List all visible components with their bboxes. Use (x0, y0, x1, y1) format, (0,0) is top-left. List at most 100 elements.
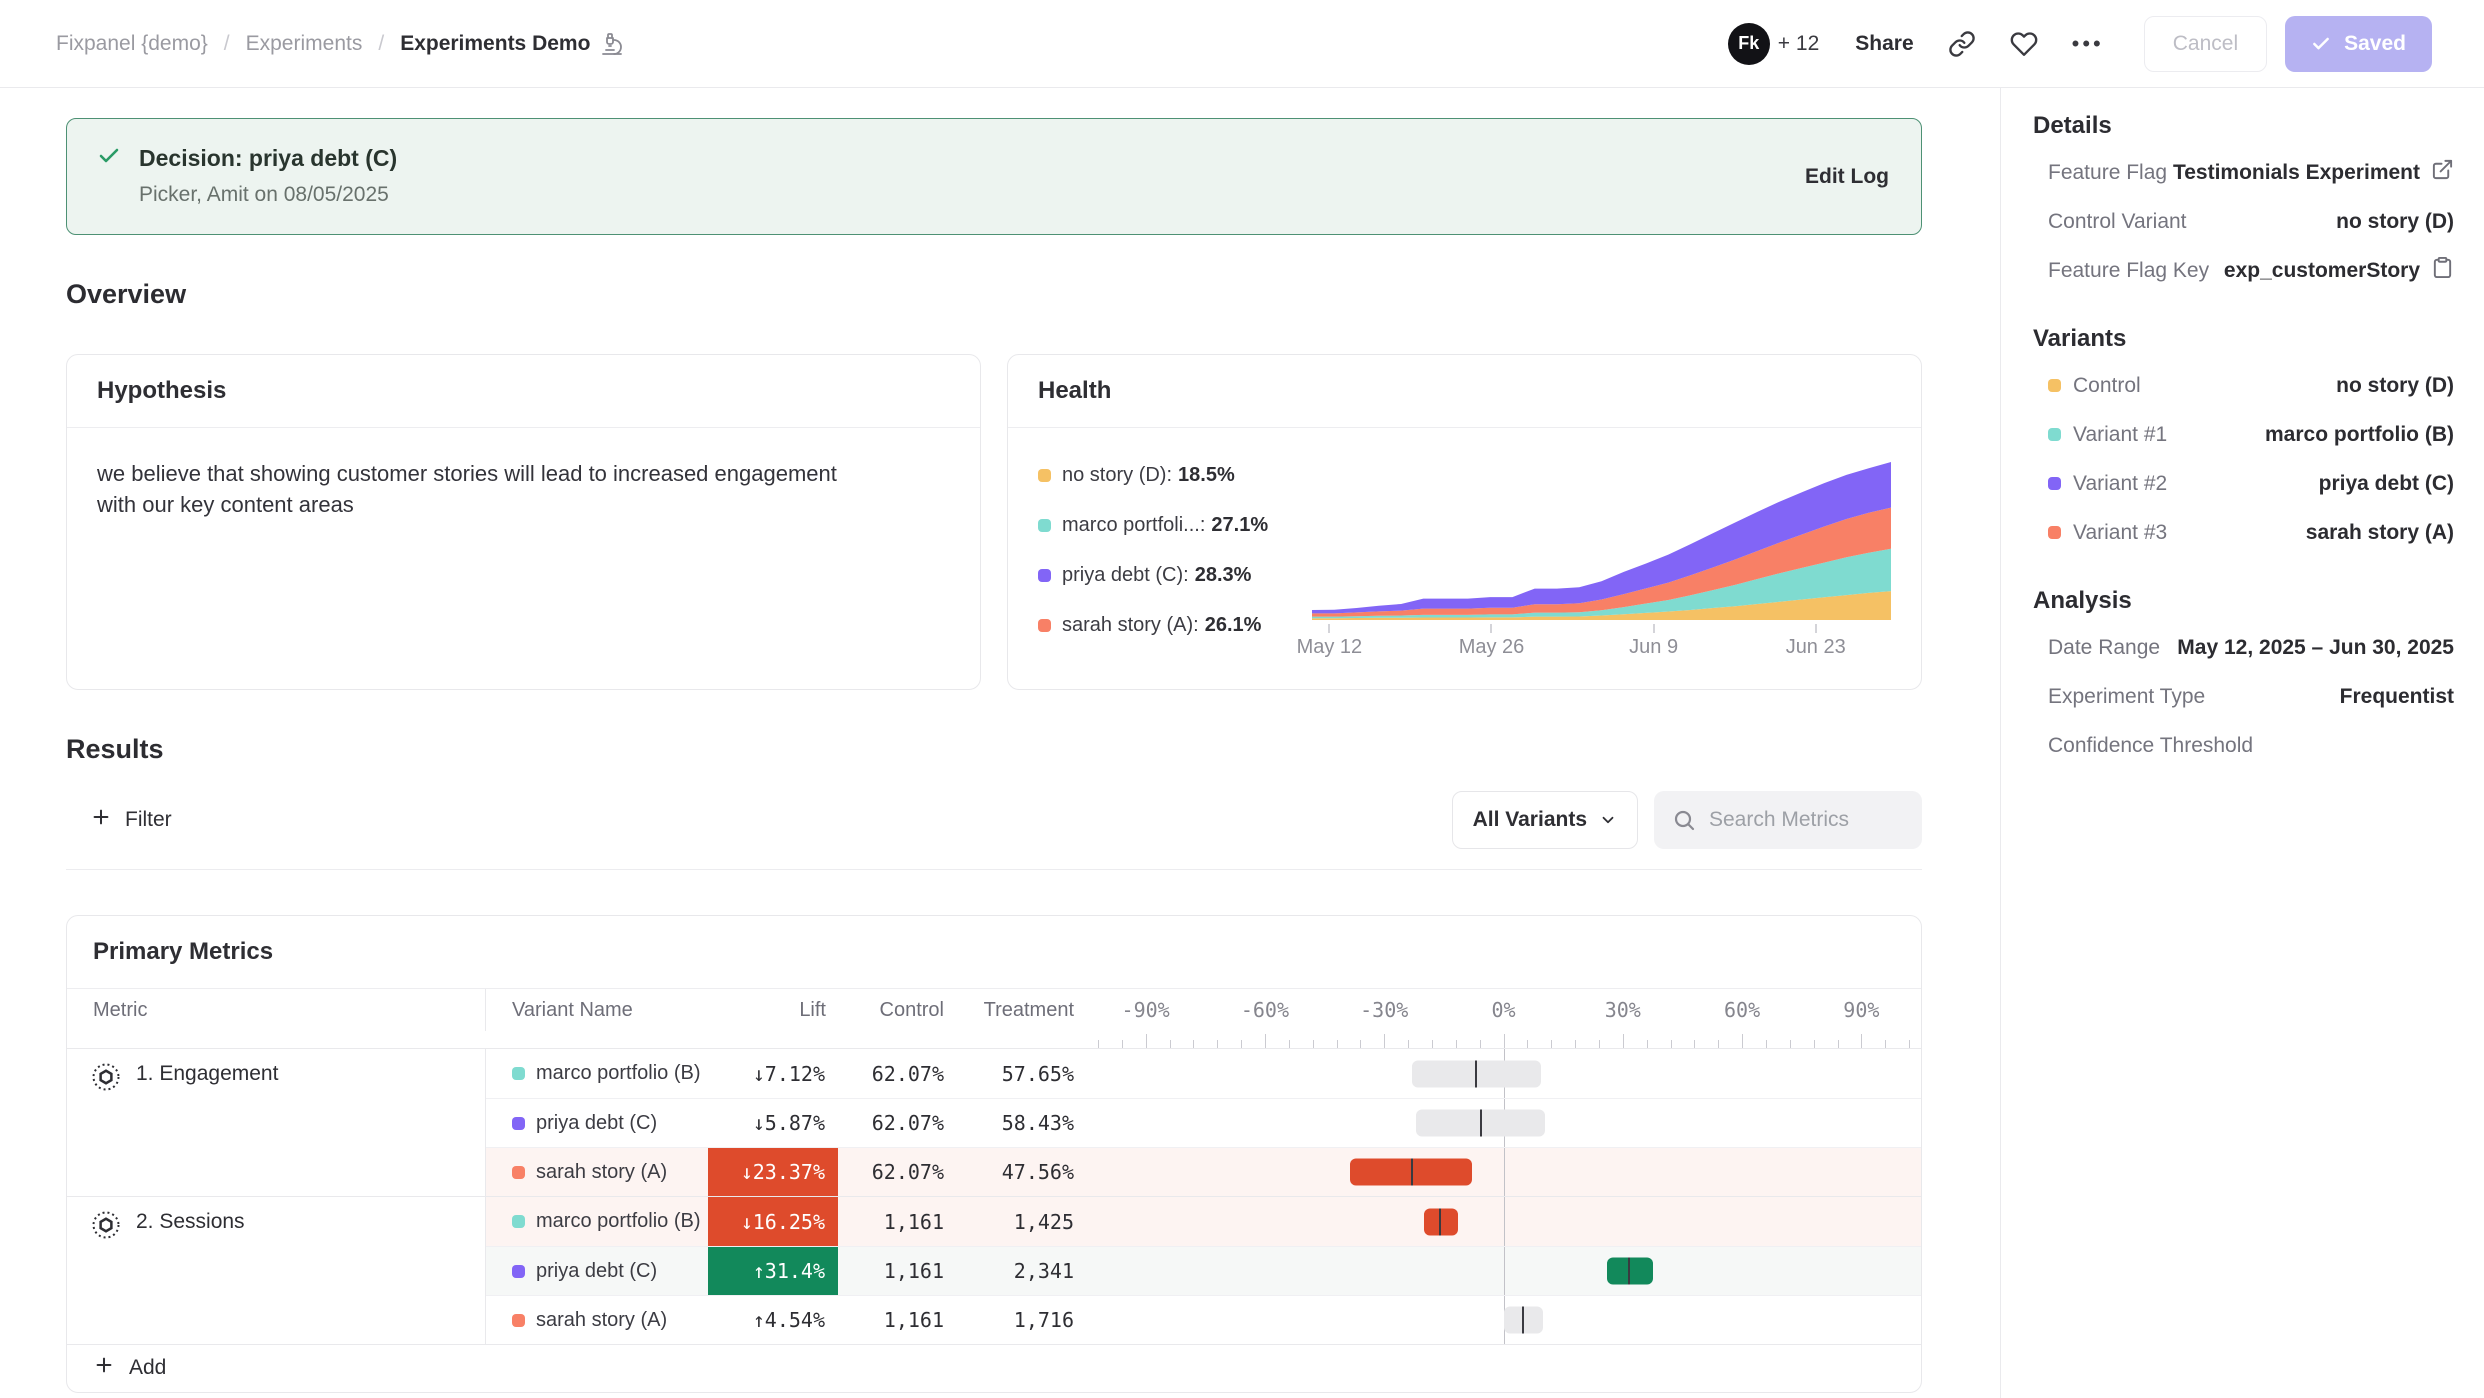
table-row[interactable]: marco portfolio (B)↓16.25%1,1611,425 (486, 1197, 1921, 1246)
table-row[interactable]: marco portfolio (B)↓7.12%62.07%57.65% (486, 1049, 1921, 1098)
ci-mean-tick (1522, 1307, 1524, 1334)
variant-swatch (512, 1314, 525, 1327)
sidebar-section-variants: Variants Controlno story (D)Variant #1ma… (2033, 325, 2454, 557)
share-button[interactable]: Share (1855, 32, 1913, 56)
lift-cell: ↓7.12% (708, 1049, 838, 1098)
external-link-icon[interactable] (2431, 158, 2454, 187)
details-sidebar: Details Feature FlagTestimonials Experim… (2000, 88, 2484, 1398)
ci-ruler-tick (1337, 1040, 1338, 1048)
sidebar-row-label: Feature Flag (2048, 161, 2167, 185)
edit-log-button[interactable]: Edit Log (1805, 165, 1889, 189)
sidebar-row-value: priya debt (C) (2319, 472, 2454, 496)
metric-name-cell[interactable]: 1. Engagement (67, 1049, 486, 1196)
metrics-table-header: Metric Variant Name Lift Control Treatme… (67, 989, 1921, 1049)
sidebar-row-value: exp_customerStory (2224, 256, 2454, 285)
column-header-variant: Variant Name (486, 989, 708, 1031)
variants-dropdown[interactable]: All Variants (1452, 791, 1638, 849)
ci-ruler-tick (1360, 1040, 1361, 1048)
treatment-cell: 47.56% (956, 1148, 1086, 1196)
health-card: Health no story (D):18.5%marco portfoli.… (1007, 354, 1922, 690)
breadcrumb-experiments[interactable]: Experiments (246, 32, 363, 56)
add-metric-button[interactable]: Add (67, 1344, 1921, 1391)
metric-group: 2. Sessionsmarco portfolio (B)↓16.25%1,1… (67, 1196, 1921, 1344)
metric-name-cell[interactable]: 2. Sessions (67, 1197, 486, 1344)
legend-value: 28.3% (1195, 564, 1252, 587)
metric-name: 1. Engagement (136, 1062, 278, 1086)
table-row[interactable]: sarah story (A)↑4.54%1,1611,716 (486, 1295, 1921, 1344)
sidebar-row-value: Frequentist (2340, 685, 2454, 709)
details-heading: Details (2033, 112, 2454, 140)
table-row[interactable]: sarah story (A)↓23.37%62.07%47.56% (486, 1147, 1921, 1196)
overflow-menu-icon[interactable]: ••• (2072, 31, 2104, 57)
top-bar-actions: Fk + 12 Share ••• Cancel Saved (1728, 16, 2432, 72)
variants-row: Variant #1marco portfolio (B) (2033, 410, 2454, 459)
saved-button[interactable]: Saved (2285, 16, 2432, 72)
avatar[interactable]: Fk (1728, 23, 1770, 65)
ci-ruler-tick (1193, 1040, 1194, 1048)
lift-cell: ↑4.54% (708, 1296, 838, 1344)
table-row[interactable]: priya debt (C)↓5.87%62.07%58.43% (486, 1098, 1921, 1147)
control-cell: 1,161 (838, 1197, 956, 1246)
control-cell: 62.07% (838, 1099, 956, 1147)
variant-cell: sarah story (A) (486, 1148, 708, 1196)
sidebar-row-value-text: exp_customerStory (2224, 259, 2420, 283)
variant-swatch (2048, 428, 2061, 441)
app-window: Fixpanel {demo} / Experiments / Experime… (0, 0, 2484, 1398)
ci-ruler-tick (1647, 1040, 1648, 1048)
check-icon (2311, 34, 2331, 54)
ci-ruler-tick (1885, 1040, 1886, 1048)
ci-ruler-tick (1384, 1034, 1385, 1048)
copy-link-icon[interactable] (1948, 29, 1978, 59)
ci-ruler-tick (1480, 1040, 1481, 1048)
results-toolbar: Filter All Variants (66, 791, 1922, 849)
collaborators-count[interactable]: + 12 (1778, 32, 1819, 56)
check-icon (97, 144, 121, 173)
metric-target-icon (91, 1210, 121, 1240)
ci-chart-cell (1086, 1099, 1921, 1147)
plus-icon (90, 806, 112, 834)
ci-mean-tick (1480, 1110, 1482, 1137)
legend-value: 26.1% (1205, 614, 1262, 637)
ci-ruler-tick (1217, 1040, 1218, 1048)
ci-ruler-tick (1742, 1034, 1743, 1048)
favorite-heart-icon[interactable] (2010, 29, 2040, 59)
add-filter-button[interactable]: Filter (90, 806, 172, 834)
control-cell: 62.07% (838, 1148, 956, 1196)
primary-metrics-title: Primary Metrics (67, 916, 1921, 989)
ci-ruler-tick (1170, 1040, 1171, 1048)
table-row[interactable]: priya debt (C)↑31.4%1,1612,341 (486, 1246, 1921, 1295)
ci-ruler-tick (1146, 1034, 1147, 1048)
variant-cell: marco portfolio (B) (486, 1049, 708, 1098)
health-title: Health (1008, 355, 1921, 428)
breadcrumb-project[interactable]: Fixpanel {demo} (56, 32, 208, 56)
ci-ruler-tick (1527, 1040, 1528, 1048)
ci-chart-cell (1086, 1296, 1921, 1344)
x-axis-label: Jun 9 (1629, 636, 1678, 659)
breadcrumb-separator: / (378, 32, 384, 56)
ci-ruler-tick (1838, 1040, 1839, 1048)
ci-ruler-tick (1671, 1040, 1672, 1048)
ci-mean-tick (1475, 1060, 1477, 1087)
legend-swatch (1038, 469, 1051, 482)
column-header-lift: Lift (708, 989, 838, 1031)
cancel-button[interactable]: Cancel (2144, 16, 2267, 72)
treatment-cell: 1,716 (956, 1296, 1086, 1344)
sidebar-row-value: no story (D) (2336, 374, 2454, 398)
sidebar-section-details: Details Feature FlagTestimonials Experim… (2033, 112, 2454, 295)
analysis-row: Confidence Threshold (2033, 721, 2454, 770)
x-axis-label: May 26 (1459, 636, 1525, 659)
variants-row: Controlno story (D) (2033, 361, 2454, 410)
variants-row: Variant #3sarah story (A) (2033, 508, 2454, 557)
legend-label: marco portfoli...: (1062, 514, 1205, 537)
breadcrumb-current[interactable]: Experiments Demo (400, 32, 624, 56)
sidebar-row-value: sarah story (A) (2306, 521, 2454, 545)
legend-label: sarah story (A): (1062, 614, 1199, 637)
sidebar-row-value-text: sarah story (A) (2306, 521, 2454, 545)
search-input[interactable] (1709, 808, 1904, 832)
x-axis-label: May 12 (1297, 636, 1363, 659)
ci-ruler-tick (1575, 1040, 1576, 1048)
ci-ruler-tick (1814, 1040, 1815, 1048)
variant-swatch (512, 1215, 525, 1228)
metrics-search-box[interactable] (1654, 791, 1922, 849)
clipboard-icon[interactable] (2431, 256, 2454, 285)
